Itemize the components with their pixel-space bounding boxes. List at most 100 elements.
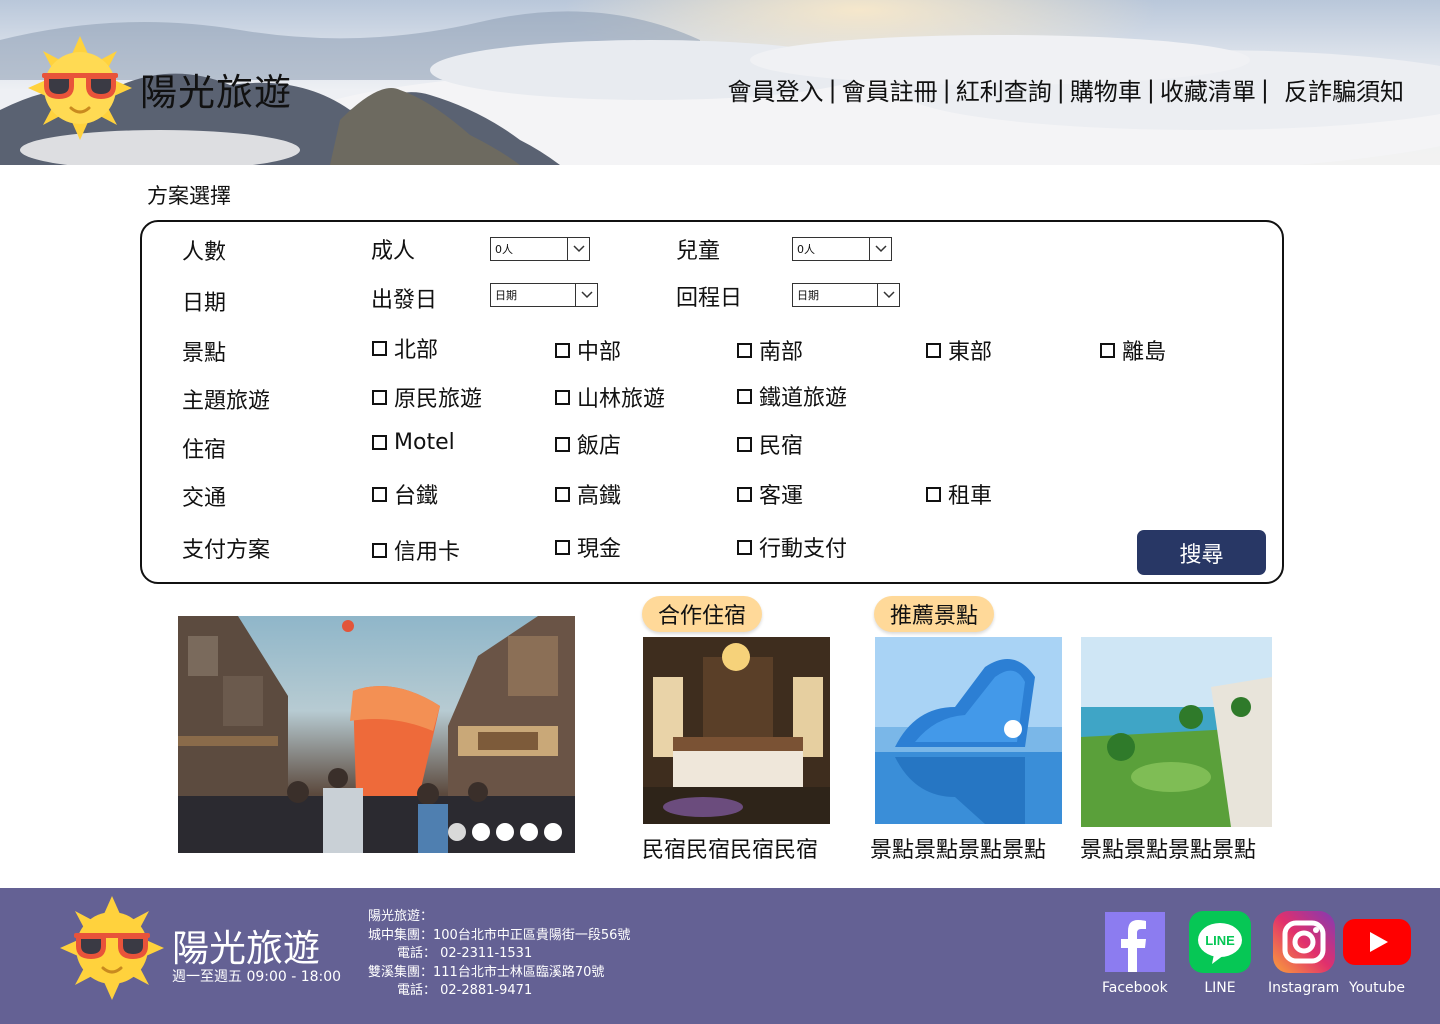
checkbox-box[interactable] [926, 486, 941, 502]
social-youtube[interactable]: Youtube [1342, 918, 1412, 996]
carousel-dot[interactable] [472, 823, 490, 841]
nav-anti-fraud[interactable]: 反詐騙須知 [1284, 72, 1404, 107]
youtube-icon[interactable] [1342, 918, 1412, 966]
checkbox-bus[interactable]: 客運 [737, 478, 803, 510]
checkbox-label: 山林旅遊 [577, 387, 666, 412]
checkbox-islands[interactable]: 離島 [1100, 334, 1166, 366]
return-date-value: 日期 [797, 289, 819, 302]
checkbox-box[interactable] [372, 486, 387, 502]
instagram-icon[interactable] [1272, 910, 1336, 974]
adult-select-value: 0人 [495, 243, 513, 256]
nav-member-login[interactable]: 會員登入 [728, 72, 824, 107]
checkbox-forest-tour[interactable]: 山林旅遊 [555, 381, 665, 413]
attractions-label: 景點 [182, 341, 227, 366]
nav-cart[interactable]: 購物車 [1070, 72, 1142, 107]
return-date-select[interactable]: 日期 [792, 283, 900, 307]
nav-separator: | [942, 75, 951, 104]
checkbox-label: 行動支付 [759, 537, 848, 562]
checkbox-car-rental[interactable]: 租車 [926, 478, 992, 510]
themes-label: 主題旅遊 [182, 389, 271, 414]
checkbox-hsr[interactable]: 高鐵 [555, 478, 621, 510]
image-carousel[interactable] [178, 616, 575, 853]
partner-lodging-photo[interactable] [643, 637, 830, 824]
attraction-caption-2[interactable]: 景點景點景點景點 [1080, 832, 1256, 864]
top-nav: 會員登入 | 會員註冊 | 紅利查詢 | 購物車 | 收藏清單 | 反詐騙須知 [728, 72, 1404, 107]
checkbox-box[interactable] [737, 436, 752, 452]
search-button[interactable]: 搜尋 [1137, 530, 1266, 575]
checkbox-box[interactable] [372, 340, 387, 356]
carousel-dots [448, 823, 568, 841]
checkbox-box[interactable] [555, 486, 570, 502]
checkbox-label: 客運 [759, 484, 804, 509]
checkbox-bnb[interactable]: 民宿 [737, 428, 803, 460]
checkbox-motel[interactable]: Motel [372, 430, 455, 455]
footer-phone-1: 電話： 02-2311-1531 [397, 946, 533, 961]
footer: 陽光旅遊 週一至週五 09:00 - 18:00 陽光旅遊： 城中集團：100台… [0, 888, 1440, 1024]
checkbox-hotel[interactable]: 飯店 [555, 428, 621, 460]
checkbox-credit-card[interactable]: 信用卡 [372, 534, 460, 566]
checkbox-box[interactable] [737, 388, 752, 404]
checkbox-box[interactable] [372, 389, 387, 405]
checkbox-box[interactable] [555, 389, 570, 405]
checkbox-box[interactable] [555, 436, 570, 452]
checkbox-railway-tour[interactable]: 鐵道旅遊 [737, 380, 847, 412]
checkbox-label: 信用卡 [394, 540, 461, 565]
child-select[interactable]: 0人 [792, 237, 892, 261]
checkbox-east[interactable]: 東部 [926, 334, 992, 366]
footer-address-block: 陽光旅遊： 城中集團：100台北市中正區貴陽街一段56號 電話： 02-2311… [368, 908, 630, 1001]
checkbox-central[interactable]: 中部 [555, 334, 621, 366]
sun-logo-icon[interactable] [60, 896, 164, 1000]
checkbox-box[interactable] [926, 342, 941, 358]
checkbox-cash[interactable]: 現金 [555, 531, 621, 563]
site-title[interactable]: 陽光旅遊 [140, 62, 292, 116]
checkbox-label: 原民旅遊 [394, 387, 483, 412]
checkbox-box[interactable] [555, 342, 570, 358]
attraction-photo-2[interactable] [1081, 637, 1272, 827]
carousel-dot[interactable] [520, 823, 538, 841]
attraction-caption-1[interactable]: 景點景點景點景點 [870, 832, 1046, 864]
footer-company: 陽光旅遊： [368, 909, 434, 924]
checkbox-box[interactable] [372, 542, 387, 558]
recommended-attractions-tag: 推薦景點 [874, 596, 995, 632]
social-label: Instagram [1268, 980, 1340, 996]
depart-date-select[interactable]: 日期 [490, 283, 598, 307]
nav-favorites[interactable]: 收藏清單 [1160, 72, 1256, 107]
line-icon[interactable]: LINE [1188, 910, 1252, 974]
checkbox-box[interactable] [737, 342, 752, 358]
carousel-dot[interactable] [544, 823, 562, 841]
checkbox-mobile-pay[interactable]: 行動支付 [737, 531, 847, 563]
nav-bonus-query[interactable]: 紅利查詢 [956, 72, 1052, 107]
checkbox-label: 東部 [948, 340, 993, 365]
chevron-down-icon [575, 284, 597, 306]
attraction-photo-1[interactable] [875, 637, 1062, 824]
carousel-dot[interactable] [496, 823, 514, 841]
checkbox-tra[interactable]: 台鐵 [372, 478, 438, 510]
checkbox-south[interactable]: 南部 [737, 334, 803, 366]
sun-logo-icon[interactable] [28, 36, 132, 140]
checkbox-box[interactable] [372, 435, 387, 450]
adult-select[interactable]: 0人 [490, 237, 590, 261]
adult-label: 成人 [371, 239, 416, 264]
facebook-icon[interactable] [1103, 910, 1167, 974]
social-facebook[interactable]: Facebook [1102, 910, 1168, 996]
checkbox-north[interactable]: 北部 [372, 332, 438, 364]
checkbox-indigenous-tour[interactable]: 原民旅遊 [372, 381, 482, 413]
child-select-value: 0人 [797, 243, 815, 256]
social-label: Youtube [1349, 980, 1405, 996]
carousel-dot[interactable] [448, 823, 466, 841]
checkbox-box[interactable] [737, 486, 752, 502]
checkbox-label: 租車 [948, 484, 993, 509]
nav-separator: | [1260, 75, 1269, 104]
plan-section-title: 方案選擇 [147, 184, 231, 208]
nav-member-register[interactable]: 會員註冊 [842, 72, 938, 107]
checkbox-label: 鐵道旅遊 [759, 386, 848, 411]
checkbox-box[interactable] [737, 539, 752, 555]
checkbox-box[interactable] [1100, 342, 1115, 358]
social-line[interactable]: LINE LINE [1188, 910, 1252, 996]
checkbox-label: 台鐵 [394, 484, 439, 509]
partner-lodging-caption[interactable]: 民宿民宿民宿民宿 [642, 832, 818, 864]
checkbox-box[interactable] [555, 539, 570, 555]
social-instagram[interactable]: Instagram [1268, 910, 1339, 996]
footer-branch-1: 城中集團：100台北市中正區貴陽街一段56號 [368, 927, 631, 943]
nav-separator: | [1146, 75, 1155, 104]
